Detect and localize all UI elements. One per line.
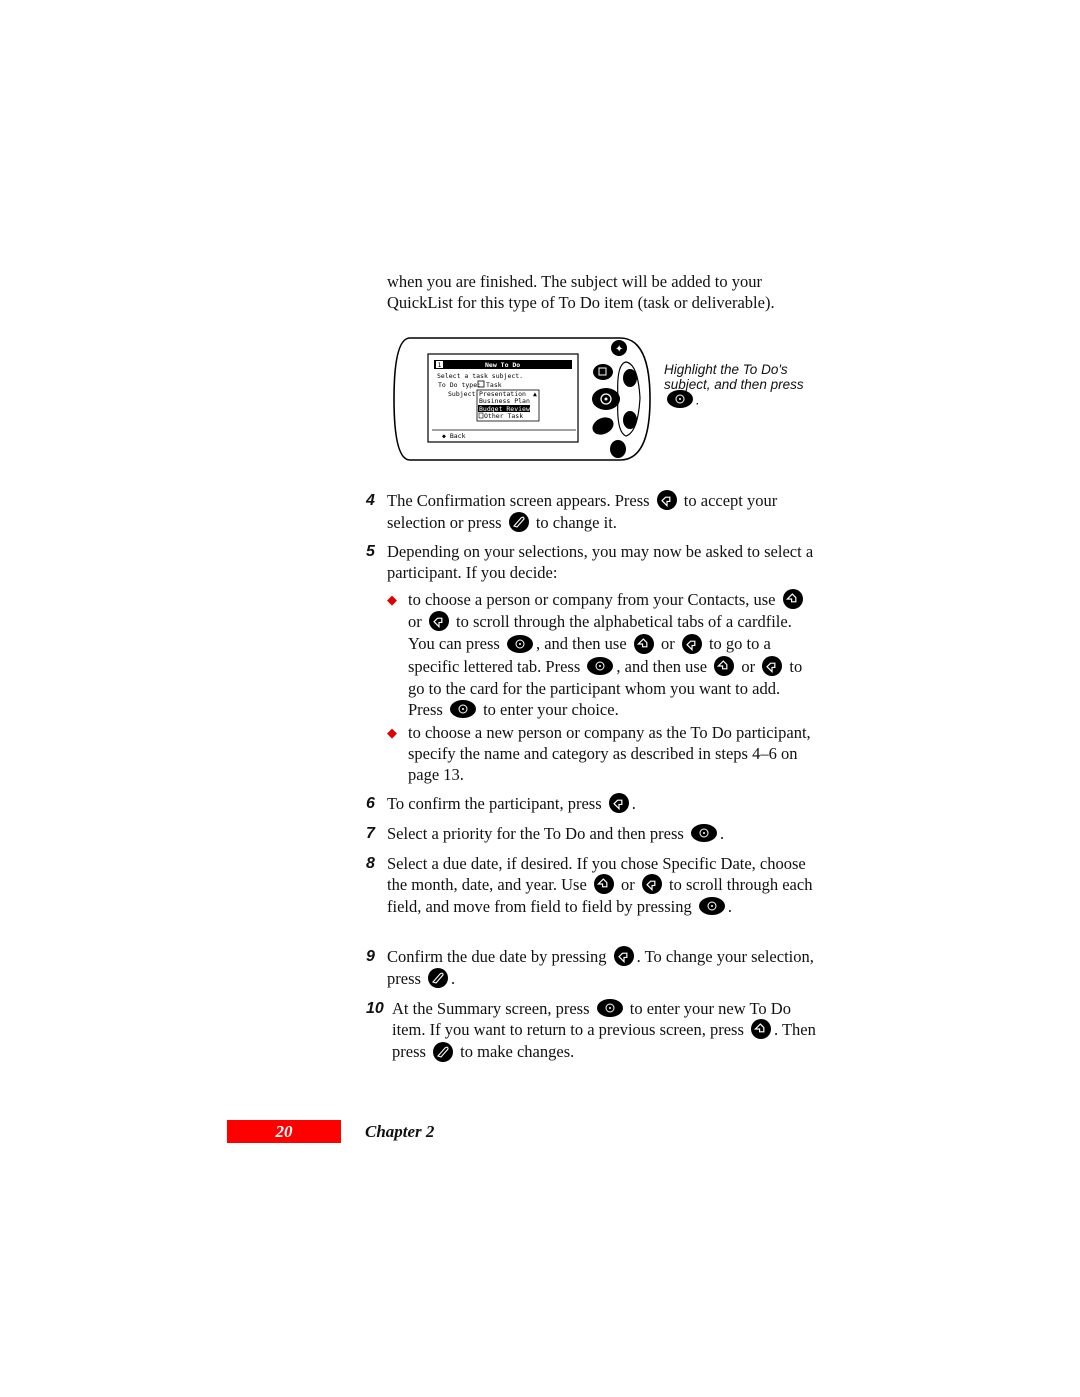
bullet-text: or — [408, 612, 422, 632]
bullet-text: to enter your choice. — [483, 699, 619, 719]
edit-button-icon — [508, 512, 529, 533]
caption-end: . — [696, 392, 700, 408]
subject-label: Subject: — [448, 390, 479, 398]
enter-button-icon — [690, 824, 717, 843]
enter-button-icon — [506, 634, 533, 653]
svg-text:✦: ✦ — [615, 344, 623, 355]
step-number: 5 — [366, 543, 375, 560]
next-button-icon — [762, 655, 783, 676]
bullet-diamond-icon: ◆ — [387, 592, 397, 607]
step-text: Select a priority for the To Do and then… — [387, 824, 684, 843]
back-button-icon — [751, 1019, 772, 1040]
next-button-icon — [641, 874, 662, 895]
device-illustration: 1 New To Do Select a task subject. To Do… — [390, 334, 652, 464]
step-6: 6 To confirm the participant, press . — [366, 793, 816, 815]
back-label[interactable]: ◆ Back — [442, 432, 466, 440]
screen-page: 1 — [438, 361, 442, 369]
edit-button-icon — [428, 968, 449, 989]
todo-type-value: Task — [486, 381, 502, 389]
bullet-item: ◆ to choose a person or company from you… — [387, 589, 817, 720]
enter-button-icon — [596, 999, 623, 1018]
next-button-icon — [428, 611, 449, 632]
step-5: 5 Depending on your selections, you may … — [366, 541, 816, 583]
step-text: To confirm the participant, press — [387, 794, 602, 813]
todo-type-label: To Do type: — [438, 381, 481, 389]
back-button-icon — [633, 633, 654, 654]
back-button-icon — [714, 655, 735, 676]
figure-caption: Highlight the To Do's subject, and then … — [664, 362, 804, 410]
step-text: . — [727, 897, 732, 917]
step-7: 7 Select a priority for the To Do and th… — [366, 823, 816, 844]
step-number: 6 — [366, 795, 375, 812]
step-text: or — [621, 875, 635, 894]
chapter-label: Chapter 2 — [365, 1122, 435, 1141]
next-button-icon — [656, 490, 677, 511]
edit-button-icon — [433, 1041, 454, 1062]
enter-button-icon — [698, 897, 725, 916]
step-4: 4 The Confirmation screen appears. Press… — [366, 490, 816, 534]
step-number: 9 — [366, 948, 375, 965]
caption-text: Highlight the To Do's subject, and then … — [664, 362, 804, 392]
step-8: 8 Select a due date, if desired. If you … — [366, 853, 816, 917]
bullet-text: or — [741, 656, 756, 676]
intro-line: QuickList for this type of To Do item (t… — [387, 293, 775, 312]
next-button-icon — [608, 793, 629, 814]
step-text: to change it. — [535, 513, 617, 533]
subject-option[interactable]: Other Task — [484, 412, 523, 420]
bullet-text: , and then use — [535, 634, 627, 654]
back-button-icon[interactable] — [623, 369, 637, 387]
bullet-text: to choose a new person or company as the… — [408, 723, 811, 784]
step-text: Depending on your selections, you may no… — [387, 542, 814, 582]
screen-title: New To Do — [485, 361, 520, 369]
step-9: 9 Confirm the due date by pressing . To … — [366, 946, 816, 990]
next-button-icon[interactable] — [623, 411, 637, 429]
step-number: 4 — [366, 492, 375, 509]
subject-option[interactable]: Business Plan — [479, 397, 530, 405]
step-number: 7 — [366, 825, 375, 842]
bullet-text: to choose a person or company from your … — [408, 590, 776, 609]
step-number: 8 — [366, 855, 375, 872]
next-button-icon — [613, 946, 634, 967]
page-number-badge: 20 — [227, 1120, 341, 1143]
step-text: to make changes. — [460, 1042, 575, 1062]
step-10: 10 At the Summary screen, press to enter… — [366, 998, 816, 1064]
back-button-icon — [782, 589, 803, 610]
menu-button-icon[interactable] — [593, 364, 613, 380]
bullet-item: ◆ to choose a new person or company as t… — [387, 722, 817, 785]
bullet-text: or — [660, 634, 675, 654]
back-button-icon — [593, 874, 614, 895]
phone-button-icon[interactable] — [610, 440, 626, 458]
enter-button-icon — [667, 390, 693, 408]
intro-paragraph: when you are finished. The subject will … — [387, 271, 817, 313]
step-text: . — [451, 969, 456, 989]
screen-prompt: Select a task subject. — [437, 372, 523, 380]
intro-line: when you are finished. The subject will … — [387, 272, 762, 291]
step-text: At the Summary screen, press — [392, 999, 590, 1018]
bullet-diamond-icon: ◆ — [387, 725, 397, 740]
scroll-up-arrow-icon[interactable]: ▲ — [533, 390, 537, 398]
enter-button-icon — [587, 656, 614, 675]
step-text: Confirm the due date by pressing — [387, 947, 607, 966]
step-number: 10 — [366, 1000, 384, 1017]
next-button-icon — [681, 633, 702, 654]
bullet-text: , and then use — [616, 656, 708, 676]
step-text: The Confirmation screen appears. Press — [387, 491, 650, 510]
enter-button-icon — [449, 700, 476, 719]
step-text: . — [719, 824, 725, 843]
step-text: . — [631, 794, 636, 813]
